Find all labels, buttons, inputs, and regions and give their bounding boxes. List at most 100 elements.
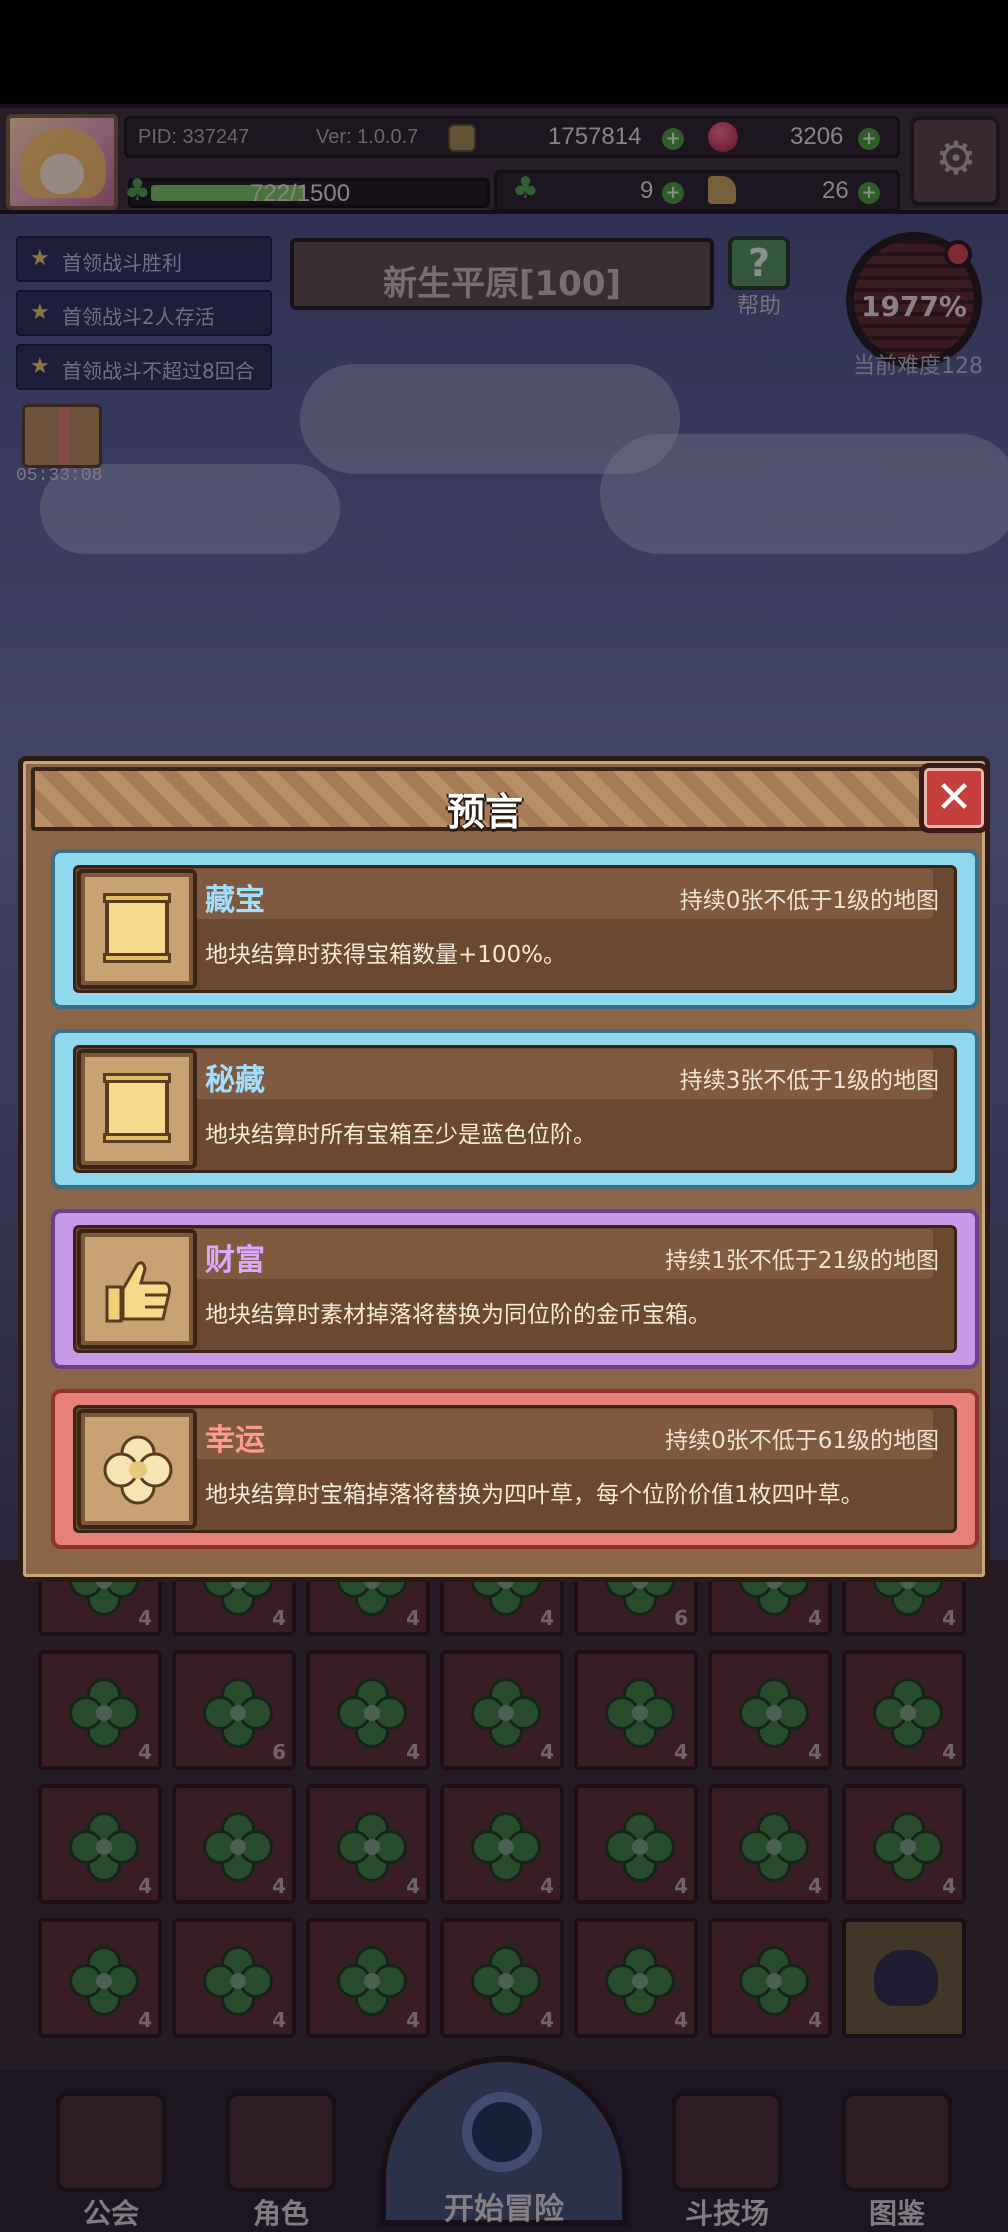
board-tile[interactable]: 4 — [172, 1784, 296, 1904]
card-name: 财富 — [205, 1243, 265, 1278]
board-tile[interactable]: 4 — [708, 1650, 832, 1770]
card-duration: 持续0张不低于1级的地图 — [679, 888, 939, 914]
board-tile[interactable]: 4 — [306, 1650, 430, 1770]
magnifier-icon — [462, 2092, 542, 2172]
clover-icon — [203, 1678, 273, 1748]
board-tile[interactable]: 4 — [708, 1918, 832, 2038]
tile-count: 4 — [540, 1606, 554, 1630]
scroll-rod — [103, 1073, 171, 1083]
tile-count: 4 — [138, 2008, 152, 2032]
board-tile[interactable]: 4 — [306, 1918, 430, 2038]
board-tile[interactable] — [842, 1918, 966, 2038]
settings-button[interactable]: ⚙ — [910, 116, 1000, 206]
add-clover-icon[interactable]: + — [662, 182, 684, 204]
thumbs-up-icon — [105, 1261, 171, 1323]
gear-icon: ⚙ — [935, 131, 977, 185]
add-boot-icon[interactable]: + — [858, 182, 880, 204]
board-tile[interactable]: 4 — [38, 1650, 162, 1770]
guild-icon — [56, 2092, 166, 2192]
add-gold-icon[interactable]: + — [662, 128, 684, 150]
board-tile[interactable]: 4 — [842, 1650, 966, 1770]
board-tile[interactable]: 4 — [574, 1918, 698, 2038]
clover-icon — [739, 1946, 809, 2016]
clover-icon — [69, 1812, 139, 1882]
map-title-banner[interactable]: 新生平原[100] — [290, 238, 714, 310]
clover-icon: ♣ — [512, 171, 539, 206]
tile-count: 4 — [138, 1606, 152, 1630]
card-description: 地块结算时所有宝箱至少是蓝色位阶。 — [205, 1122, 596, 1148]
tile-count: 4 — [942, 1606, 956, 1630]
star-icon: ★ — [30, 246, 50, 271]
gift-ribbon — [59, 407, 69, 465]
boot-amount: 26 — [822, 177, 849, 204]
gold-icon — [448, 124, 476, 152]
scroll-icon — [103, 893, 171, 963]
prophecy-card[interactable]: 秘藏 持续3张不低于1级的地图 地块结算时所有宝箱至少是蓝色位阶。 — [51, 1029, 979, 1189]
board-tile[interactable]: 4 — [38, 1918, 162, 2038]
scroll-rod — [103, 1133, 171, 1143]
nav-start-adventure[interactable]: 开始冒险 — [366, 2056, 642, 2232]
board-tile[interactable]: 4 — [306, 1784, 430, 1904]
tile-count: 4 — [406, 1606, 420, 1630]
board-tile[interactable]: 6 — [172, 1650, 296, 1770]
tile-count: 4 — [540, 1740, 554, 1764]
prophecy-dialog: 预言 ✕ 藏宝 持续0张不低于1级的地图 地块结算时获得宝箱数量+100%。 秘… — [18, 756, 990, 1582]
energy-text: 722/1500 — [250, 180, 351, 207]
board-tile[interactable]: 4 — [38, 1784, 162, 1904]
nav-arena[interactable]: 斗技场 — [652, 2088, 802, 2230]
tile-count: 4 — [674, 2008, 688, 2032]
nav-character-label: 角色 — [252, 2197, 309, 2230]
board-tile[interactable]: 4 — [842, 1784, 966, 1904]
nav-arena-label: 斗技场 — [684, 2197, 769, 2230]
gift-box-icon[interactable] — [22, 404, 102, 468]
clover-icon — [873, 1812, 943, 1882]
notification-dot-icon — [944, 240, 972, 268]
card-description: 地块结算时获得宝箱数量+100%。 — [205, 942, 567, 968]
close-button[interactable]: ✕ — [919, 763, 989, 833]
quest-label: 首领战斗不超过8回合 — [62, 359, 255, 383]
clover-icon — [69, 1946, 139, 2016]
avatar-face — [40, 154, 84, 194]
question-icon: ? — [728, 236, 790, 290]
board-tile[interactable]: 4 — [172, 1918, 296, 2038]
nav-character[interactable]: 角色 — [206, 2088, 356, 2230]
tile-count: 6 — [674, 1606, 688, 1630]
board-tile[interactable]: 4 — [708, 1784, 832, 1904]
card-description: 地块结算时素材掉落将替换为同位阶的金币宝箱。 — [205, 1302, 711, 1328]
card-icon-frame — [77, 1049, 197, 1169]
gold-amount: 1757814 — [548, 123, 642, 150]
quest-item: ★ 首领战斗不超过8回合 — [16, 344, 272, 390]
board-tile[interactable]: 4 — [440, 1918, 564, 2038]
board-tile[interactable]: 4 — [440, 1784, 564, 1904]
clover-icon — [739, 1812, 809, 1882]
prophecy-card[interactable]: 幸运 持续0张不低于61级的地图 地块结算时宝箱掉落将替换为四叶草，每个位阶价值… — [51, 1389, 979, 1549]
board-tile[interactable]: 4 — [574, 1784, 698, 1904]
card-icon-frame — [77, 869, 197, 989]
prophecy-card[interactable]: 藏宝 持续0张不低于1级的地图 地块结算时获得宝箱数量+100%。 — [51, 849, 979, 1009]
dialog-title: 预言 — [446, 790, 523, 834]
tile-count: 4 — [406, 2008, 420, 2032]
player-avatar[interactable] — [6, 114, 118, 210]
gem-amount: 3206 — [790, 123, 844, 150]
clover-icon — [739, 1678, 809, 1748]
board-tile[interactable]: 4 — [574, 1650, 698, 1770]
nav-codex[interactable]: 图鉴 — [822, 2088, 972, 2230]
nav-guild[interactable]: 公会 — [36, 2088, 186, 2230]
difficulty-percent: 1977% — [861, 290, 967, 323]
help-button[interactable]: ? 帮助 — [722, 236, 796, 319]
prophecy-card[interactable]: 财富 持续1张不低于21级的地图 地块结算时素材掉落将替换为同位阶的金币宝箱。 — [51, 1209, 979, 1369]
gem-icon — [708, 122, 738, 152]
card-name: 幸运 — [205, 1423, 265, 1458]
scroll-rod — [103, 893, 171, 903]
board-tile[interactable]: 4 — [440, 1650, 564, 1770]
cauldron-icon — [874, 1950, 938, 2006]
clover-icon — [605, 1946, 675, 2016]
scroll-icon — [103, 1073, 171, 1143]
help-label: 帮助 — [736, 294, 781, 319]
quest-item: ★ 首领战斗2人存活 — [16, 290, 272, 336]
quest-label: 首领战斗2人存活 — [62, 305, 215, 329]
close-icon: ✕ — [935, 772, 973, 823]
tile-count: 4 — [272, 1606, 286, 1630]
add-gem-icon[interactable]: + — [858, 128, 880, 150]
quest-item: ★ 首领战斗胜利 — [16, 236, 272, 282]
